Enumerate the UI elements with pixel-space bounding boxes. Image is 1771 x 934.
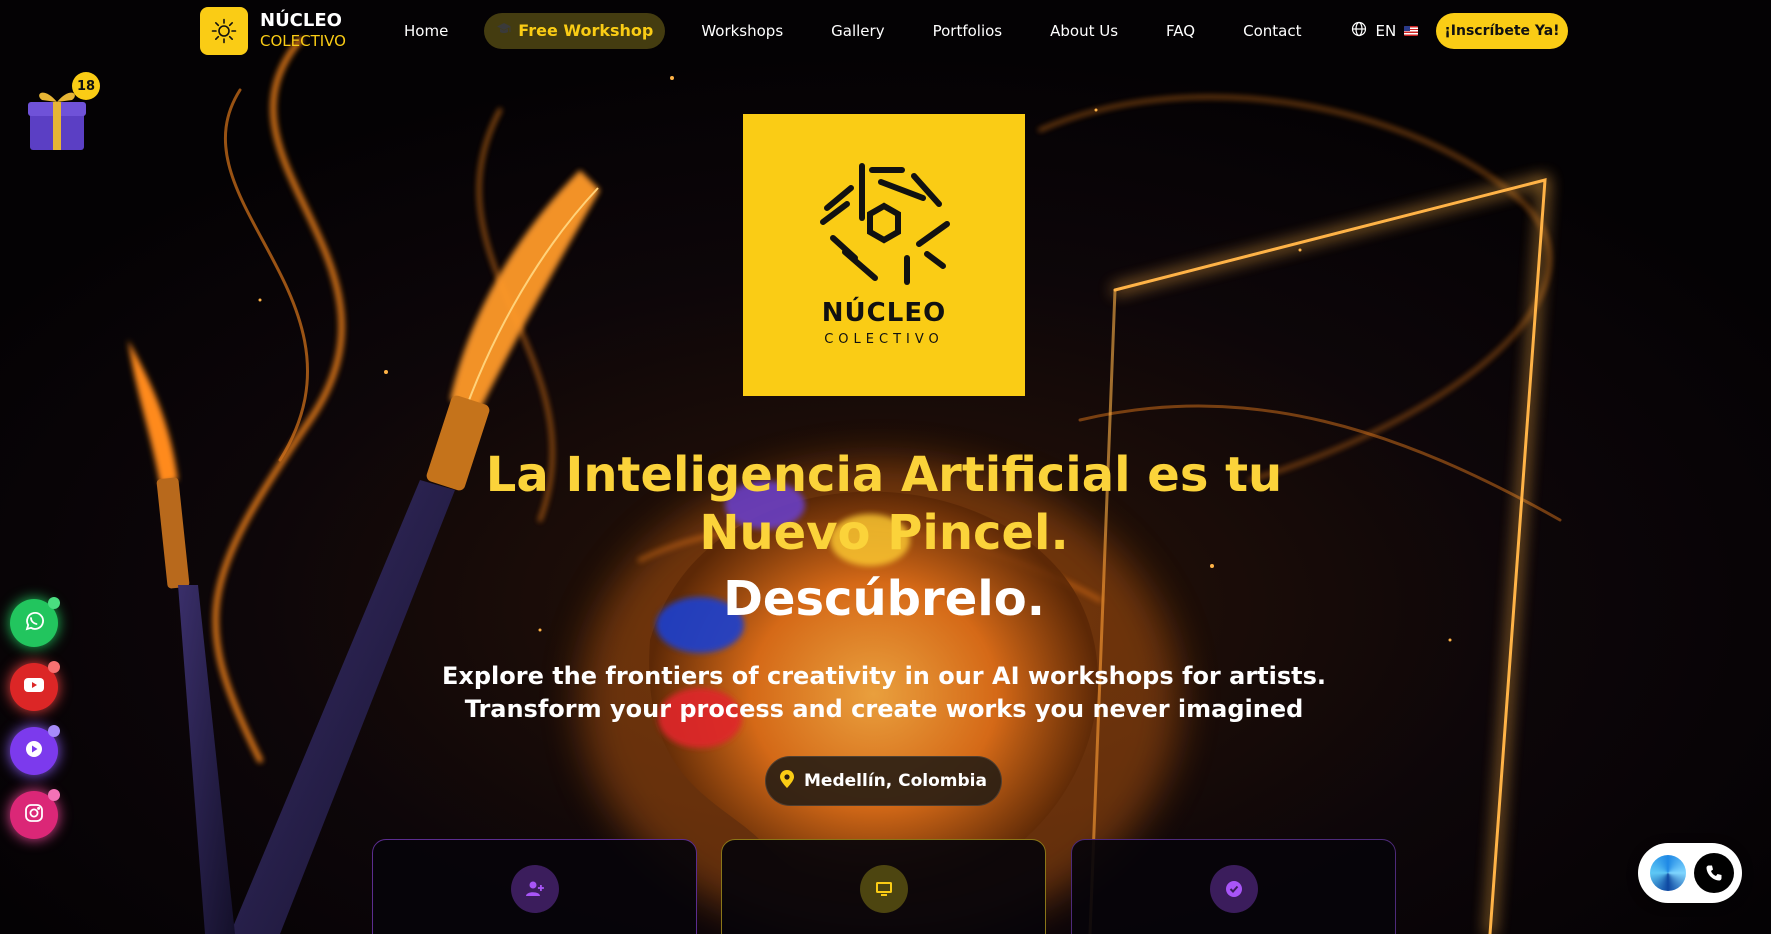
call-widget-logo (1650, 855, 1686, 891)
instagram-status-dot (48, 789, 60, 801)
whatsapp-button[interactable] (10, 597, 60, 647)
location-badge: Medellín, Colombia (765, 756, 1002, 806)
hero-tagline-line2: Transform your process and create works … (464, 695, 1304, 723)
hexagon-emblem-icon (820, 163, 950, 285)
feature-card-1[interactable] (372, 839, 697, 934)
hero-tagline: Explore the frontiers of creativity in o… (440, 660, 1328, 726)
language-code: EN (1375, 22, 1397, 40)
hero-logo-subtitle: COLECTIVO (824, 332, 944, 347)
hero-tagline-line1: Explore the frontiers of creativity in o… (441, 662, 1327, 690)
instagram-icon (24, 803, 44, 827)
user-plus-icon (511, 865, 559, 913)
main-nav: Home Free Workshop Workshops Gallery Por… (380, 13, 1419, 49)
brand-logo[interactable]: NÚCLEO COLECTIVO (200, 7, 346, 55)
enroll-now-button[interactable]: ¡Inscríbete Ya! (1436, 13, 1568, 49)
nav-about-us[interactable]: About Us (1026, 13, 1142, 49)
hero-headline-line2: Nuevo Pincel. (699, 505, 1069, 561)
check-badge-icon (1210, 865, 1258, 913)
hero-logo: NÚCLEO COLECTIVO (743, 114, 1025, 396)
language-switcher[interactable]: EN (1351, 21, 1419, 41)
nav-free-workshop-label: Free Workshop (518, 21, 654, 40)
feature-card-2[interactable] (721, 839, 1046, 934)
gift-count-badge: 18 (72, 72, 100, 100)
video-button[interactable] (10, 725, 60, 775)
hero-logo-name: NÚCLEO (821, 298, 947, 328)
site-header: NÚCLEO COLECTIVO Home Free Workshop Work… (0, 0, 1771, 62)
location-label: Medellín, Colombia (804, 771, 987, 791)
nav-home[interactable]: Home (380, 13, 472, 49)
hero-headline-discover: Descúbrelo. (723, 571, 1045, 627)
graduation-cap-icon (496, 13, 512, 49)
whatsapp-status-dot (48, 597, 60, 609)
play-icon (24, 739, 44, 763)
nav-portfolios[interactable]: Portfolios (909, 13, 1027, 49)
instagram-button[interactable] (10, 789, 60, 839)
hero-headline: La Inteligencia Artificial es tu Nuevo P… (440, 446, 1328, 562)
nav-workshops[interactable]: Workshops (677, 13, 807, 49)
phone-icon[interactable] (1694, 853, 1734, 893)
nav-gallery[interactable]: Gallery (807, 13, 908, 49)
sun-icon (200, 7, 248, 55)
youtube-status-dot (48, 661, 60, 673)
brand-name: NÚCLEO (260, 10, 342, 31)
us-flag-icon (1404, 26, 1419, 36)
globe-icon (1351, 21, 1367, 41)
nav-free-workshop[interactable]: Free Workshop (484, 13, 666, 49)
nav-faq[interactable]: FAQ (1142, 13, 1219, 49)
hero-headline-line1: La Inteligencia Artificial es tu (485, 447, 1283, 503)
call-widget[interactable] (1638, 843, 1742, 903)
brand-subtitle: COLECTIVO (260, 32, 346, 50)
feature-card-3[interactable] (1071, 839, 1396, 934)
video-status-dot (48, 725, 60, 737)
map-pin-icon (780, 769, 795, 793)
whatsapp-icon (23, 610, 45, 636)
nav-contact[interactable]: Contact (1219, 13, 1325, 49)
youtube-button[interactable] (10, 661, 60, 711)
monitor-icon (860, 865, 908, 913)
youtube-icon (23, 677, 45, 697)
